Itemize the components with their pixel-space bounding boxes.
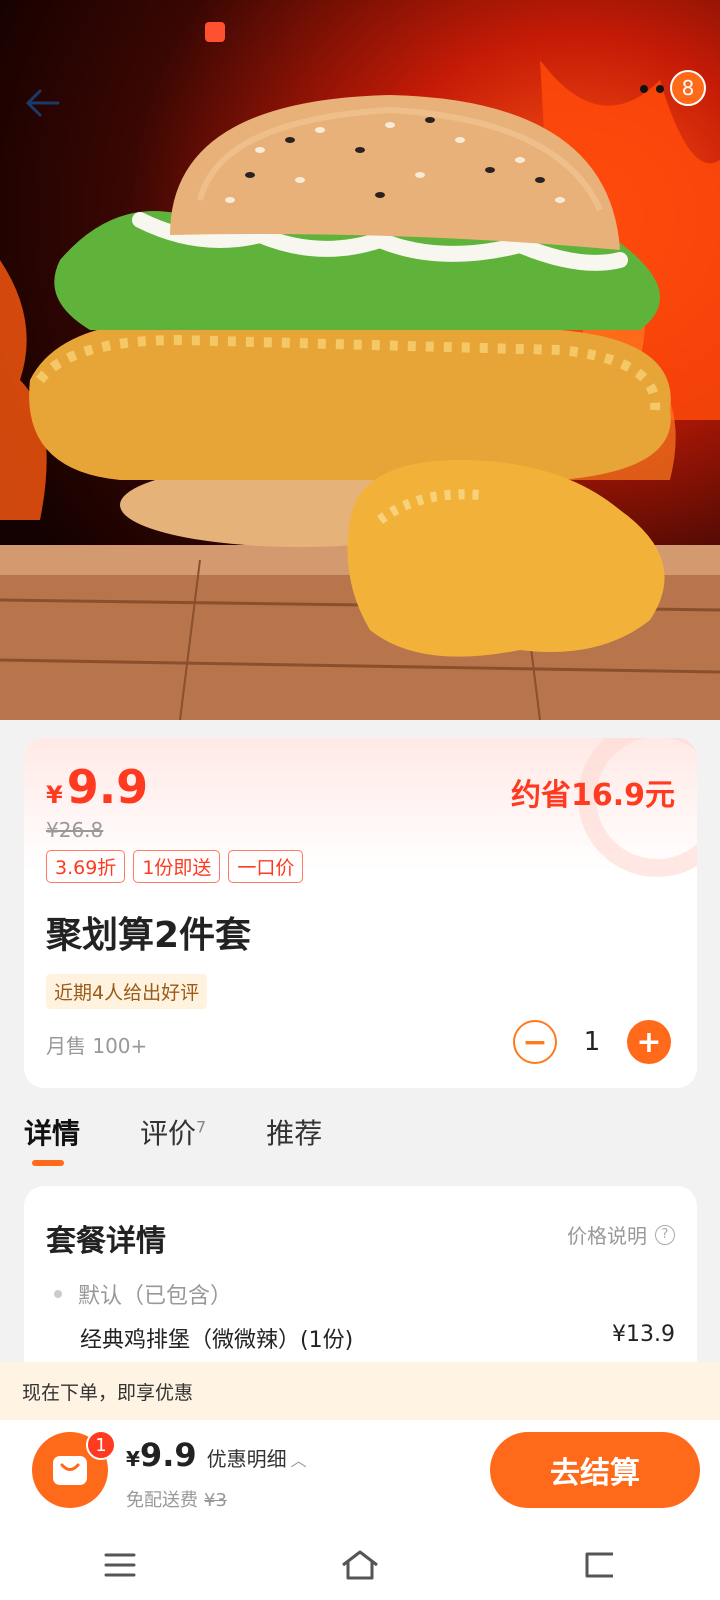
review-highlight: 近期4人给出好评 (46, 974, 208, 1009)
active-tab-indicator (32, 1160, 64, 1166)
quantity-stepper: − 1 + (513, 1020, 671, 1064)
product-info-card: ¥ 9.9 ¥26.8 约省16.9元 3.69折 1份即送 一口价 聚划算2件… (24, 738, 697, 1088)
monthly-sales: 月售 100+ (46, 1034, 148, 1058)
tab-reviews[interactable]: 评价7 (140, 1112, 206, 1152)
increase-quantity-button[interactable]: + (627, 1020, 671, 1064)
checkout-bar: 1 ¥ 9.9 优惠明细 ︿ 免配送费 ¥3 去结算 (0, 1420, 720, 1530)
chevron-up-icon: ︿ (290, 1451, 307, 1470)
tab-recommend-label: 推荐 (266, 1117, 323, 1150)
product-page: 8 ¥ 9.9 ¥26.8 约省16.9元 3.69折 1份即送 一口价 聚划算… (0, 0, 720, 1600)
default-group: 默认（已包含） (54, 1278, 232, 1310)
delivery-fee: 免配送费 ¥3 (126, 1486, 227, 1512)
return-icon (585, 1552, 613, 1578)
system-nav-bar (0, 1530, 720, 1600)
menu-nav-button[interactable] (90, 1540, 150, 1590)
original-price: ¥26.8 (46, 818, 104, 842)
menu-icon (104, 1553, 136, 1577)
message-count-badge: 8 (670, 70, 706, 106)
bullet-dot (54, 1290, 62, 1298)
discount-detail-label: 优惠明细 (206, 1447, 287, 1471)
current-price: ¥ 9.9 (46, 760, 148, 814)
decrease-quantity-button[interactable]: − (513, 1020, 557, 1064)
shopping-bag-icon (53, 1456, 87, 1485)
tag-discount: 3.69折 (46, 850, 126, 883)
currency-symbol: ¥ (46, 781, 63, 809)
home-icon (342, 1550, 378, 1580)
delivery-label: 免配送费 (126, 1490, 198, 1511)
content-tabs: 详情 评价7 推荐 (24, 1112, 322, 1152)
package-item-row: 经典鸡排堡（微微辣）(1份) ¥13.9 (80, 1322, 675, 1354)
default-group-label: 默认（已包含） (78, 1284, 233, 1309)
price-note-label: 价格说明 (567, 1224, 647, 1248)
price-note-link[interactable]: 价格说明 ? (567, 1220, 675, 1249)
app-notification-icon (205, 22, 225, 42)
package-item-name: 经典鸡排堡（微微辣）(1份) (80, 1328, 354, 1353)
quantity-value: 1 (583, 1027, 601, 1057)
product-title: 聚划算2件套 (46, 915, 252, 956)
package-detail-card: 套餐详情 价格说明 ? 默认（已包含） 经典鸡排堡（微微辣）(1份) ¥13.9 (24, 1186, 697, 1386)
back-arrow-icon (25, 89, 60, 117)
promo-tags: 3.69折 1份即送 一口价 (46, 850, 304, 883)
tab-detail-label: 详情 (24, 1117, 81, 1150)
tab-recommend[interactable]: 推荐 (266, 1112, 322, 1152)
total-price: ¥ 9.9 优惠明细 ︿ (126, 1436, 307, 1474)
savings-text: 约省16.9元 (510, 778, 675, 813)
promo-text: 现在下单，即享优惠 (22, 1381, 194, 1404)
back-button[interactable] (24, 88, 74, 138)
tag-fixed-price: 一口价 (228, 850, 304, 883)
discount-detail-link[interactable]: 优惠明细 ︿ (207, 1443, 307, 1472)
total-value: 9.9 (139, 1436, 197, 1474)
package-detail-title: 套餐详情 (46, 1224, 166, 1259)
reviews-count: 7 (196, 1117, 207, 1137)
tag-free-gift: 1份即送 (133, 850, 221, 883)
question-icon: ? (655, 1224, 675, 1245)
delivery-original-fee: ¥3 (204, 1490, 227, 1511)
tab-reviews-label: 评价 (140, 1117, 197, 1150)
burger-illustration (0, 60, 720, 720)
cart-count-badge: 1 (86, 1430, 116, 1460)
total-currency: ¥ (126, 1447, 140, 1471)
package-item-price: ¥13.9 (612, 1322, 675, 1347)
home-nav-button[interactable] (330, 1540, 390, 1590)
back-nav-button[interactable] (570, 1540, 630, 1590)
tab-detail[interactable]: 详情 (24, 1112, 80, 1152)
price-value: 9.9 (66, 760, 149, 814)
product-image[interactable]: 8 (0, 0, 720, 720)
promo-banner: 现在下单，即享优惠 (0, 1362, 720, 1420)
checkout-button[interactable]: 去结算 (490, 1432, 700, 1508)
